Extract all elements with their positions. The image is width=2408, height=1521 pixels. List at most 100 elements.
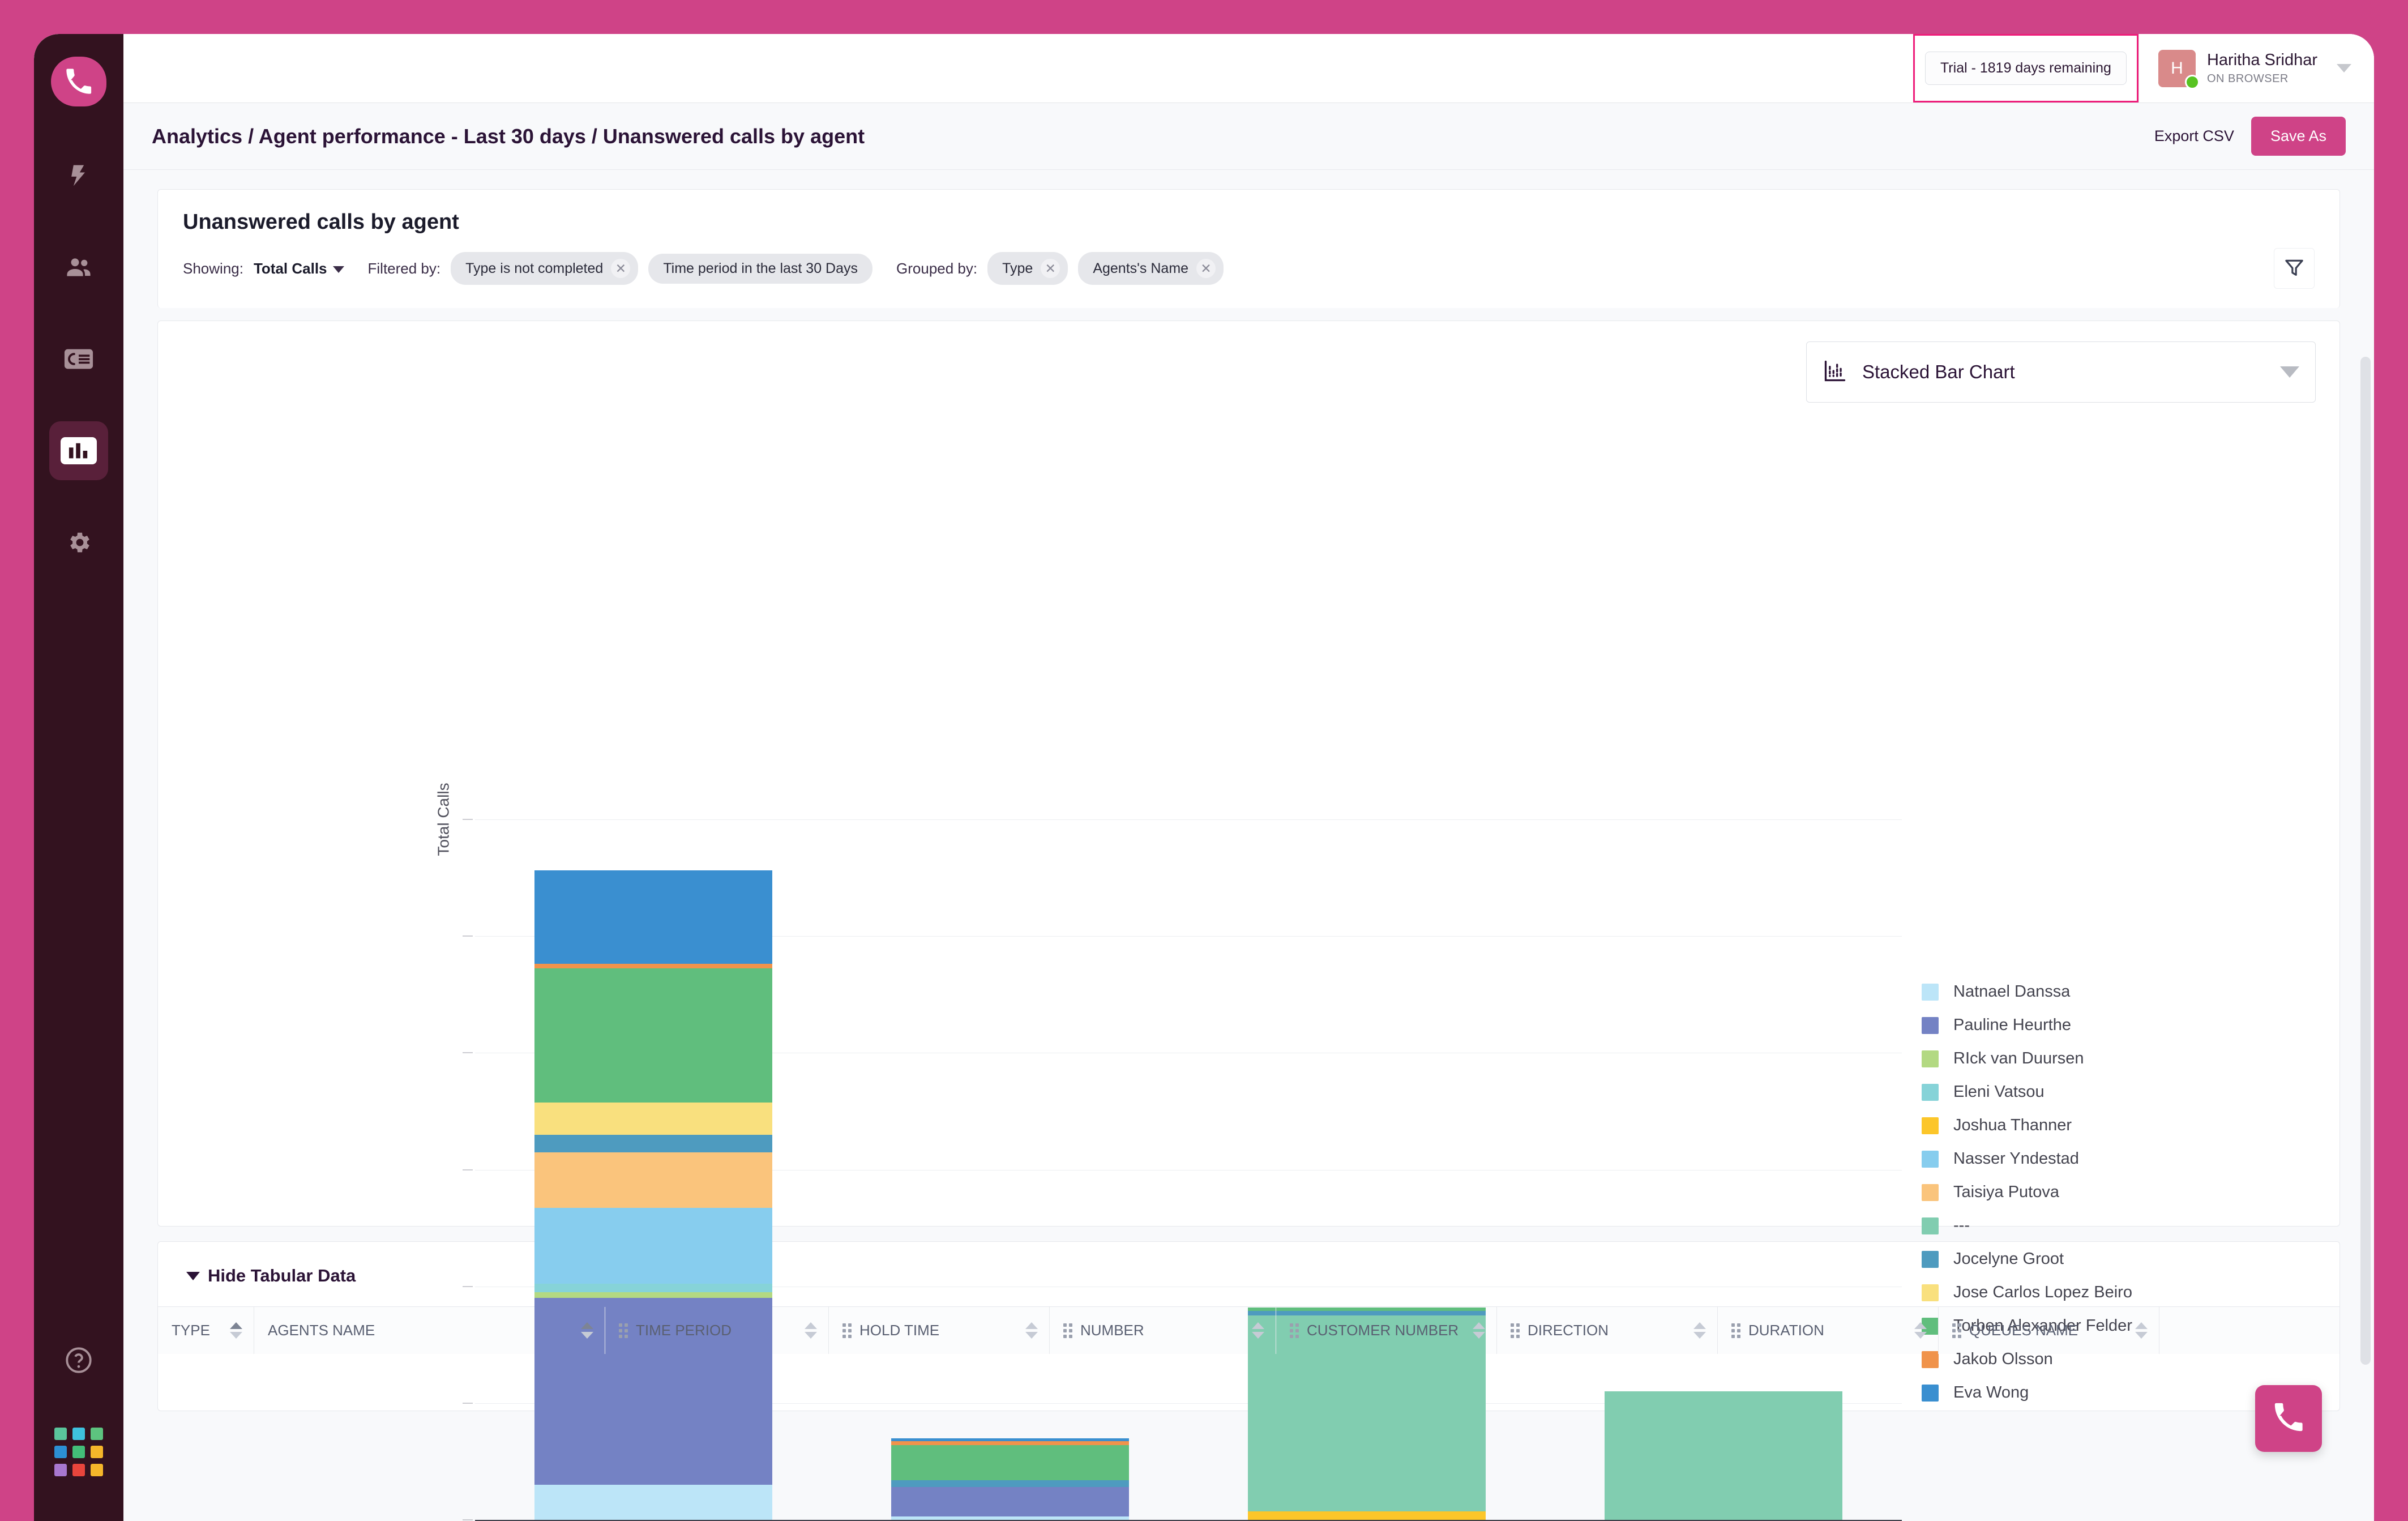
drag-handle-icon[interactable] [1511, 1323, 1520, 1338]
group-chip-label: Agents's Name [1093, 260, 1189, 276]
group-chip[interactable]: Type ✕ [987, 252, 1068, 285]
sort-toggle-icon[interactable] [581, 1322, 593, 1339]
table-column-header[interactable]: TIME PERIOD [605, 1307, 829, 1354]
table-column-header[interactable]: HOLD TIME [829, 1307, 1050, 1354]
bar-segment[interactable] [891, 1445, 1129, 1480]
chevron-down-icon [2280, 366, 2299, 378]
sidebar-item-activity[interactable] [49, 146, 108, 205]
sidebar-item-help[interactable] [49, 1331, 108, 1390]
user-menu[interactable]: H Haritha Sridhar ON BROWSER [2138, 34, 2374, 102]
table-column-header[interactable]: CUSTOMER NUMBER [1276, 1307, 1497, 1354]
legend-label: Jocelyne Groot [1953, 1250, 2064, 1268]
trial-badge[interactable]: Trial - 1819 days remaining [1924, 52, 2127, 85]
drag-handle-icon[interactable] [842, 1323, 852, 1338]
save-as-button[interactable]: Save As [2251, 117, 2346, 156]
legend-item[interactable]: Jose Carlos Lopez Beiro [1922, 1276, 2132, 1309]
grid-cell [72, 1446, 85, 1458]
bar-segment[interactable] [534, 968, 772, 1103]
bar-stack[interactable] [891, 1438, 1129, 1520]
bar-segment[interactable] [891, 1480, 1129, 1488]
chart-type-select[interactable]: Stacked Bar Chart [1806, 341, 2316, 403]
legend-item[interactable]: RIck van Duursen [1922, 1042, 2132, 1075]
table-column-header[interactable]: TYPE [158, 1307, 254, 1354]
bar-segment[interactable] [534, 963, 772, 968]
sort-toggle-icon[interactable] [1914, 1322, 1927, 1339]
close-icon[interactable]: ✕ [1196, 259, 1216, 278]
bar-segment[interactable] [534, 1283, 772, 1292]
sidebar-item-call-logs[interactable] [49, 330, 108, 388]
sidebar-item-analytics[interactable] [49, 421, 108, 480]
bar-segment[interactable] [534, 1485, 772, 1520]
sort-toggle-icon[interactable] [1473, 1322, 1485, 1339]
sort-toggle-icon[interactable] [805, 1322, 817, 1339]
sort-toggle-icon[interactable] [1252, 1322, 1264, 1339]
sort-toggle-icon[interactable] [230, 1322, 242, 1339]
page-title: Unanswered calls by agent [183, 210, 459, 234]
legend-item[interactable]: --- [1922, 1209, 2132, 1242]
legend-item[interactable]: Natnael Danssa [1922, 975, 2132, 1009]
bar-segment[interactable] [1605, 1391, 1842, 1520]
sidebar-item-settings[interactable] [49, 513, 108, 572]
legend-item[interactable]: Eleni Vatsou [1922, 1075, 2132, 1109]
floating-call-button[interactable] [2255, 1385, 2322, 1452]
table-column-header[interactable]: AGENTS NAME [254, 1307, 605, 1354]
legend-swatch [1922, 1217, 1939, 1234]
sort-toggle-icon[interactable] [2135, 1322, 2148, 1339]
sort-toggle-icon[interactable] [1693, 1322, 1706, 1339]
legend-label: Pauline Heurthe [1953, 1016, 2071, 1034]
bar-segment[interactable] [534, 870, 772, 964]
bar-segment[interactable] [891, 1487, 1129, 1516]
bar-segment[interactable] [891, 1516, 1129, 1520]
grid-apps-icon [54, 1428, 103, 1476]
table-column-header[interactable]: DURATION [1718, 1307, 1939, 1354]
y-axis-tick-mark [463, 935, 473, 937]
legend-item[interactable]: Jocelyne Groot [1922, 1242, 2132, 1276]
bar-segment[interactable] [534, 1292, 772, 1298]
filter-chip[interactable]: Type is not completed ✕ [451, 252, 639, 285]
bar-segment[interactable] [534, 1207, 772, 1284]
sort-toggle-icon[interactable] [1025, 1322, 1038, 1339]
user-info: Haritha Sridhar ON BROWSER [2207, 51, 2317, 85]
bar-stack[interactable] [534, 853, 772, 1520]
vertical-scrollbar[interactable] [2360, 357, 2371, 1365]
grid-cell [91, 1428, 103, 1440]
export-csv-button[interactable]: Export CSV [2154, 127, 2234, 145]
bar-segment[interactable] [534, 1102, 772, 1135]
filter-chip[interactable]: Time period in the last 30 Days [648, 253, 873, 284]
showing-value-dropdown[interactable]: Total Calls [254, 260, 344, 277]
legend-item[interactable]: Nasser Yndestad [1922, 1142, 2132, 1176]
legend-swatch [1922, 1384, 1939, 1402]
legend-item[interactable]: Pauline Heurthe [1922, 1009, 2132, 1042]
legend-item[interactable]: Joshua Thanner [1922, 1109, 2132, 1142]
drag-handle-icon[interactable] [1290, 1323, 1299, 1338]
table-column-label: CUSTOMER NUMBER [1307, 1322, 1459, 1339]
sidebar-item-contacts[interactable] [49, 238, 108, 297]
bar-segment[interactable] [891, 1441, 1129, 1446]
drag-handle-icon[interactable] [1731, 1323, 1740, 1338]
sidebar-item-phone-brand[interactable] [51, 57, 106, 106]
question-circle-icon [63, 1345, 94, 1375]
legend-item[interactable]: Eva Wong [1922, 1376, 2132, 1409]
bar-segment[interactable] [1248, 1511, 1486, 1520]
table-column-header[interactable]: QUEUES NAME [1939, 1307, 2159, 1354]
table-column-label: QUEUES NAME [1969, 1322, 2078, 1339]
funnel-icon [2283, 256, 2306, 281]
drag-handle-icon[interactable] [1063, 1323, 1072, 1338]
sidebar-item-apps[interactable] [49, 1422, 108, 1481]
grid-cell [72, 1428, 85, 1440]
grid-cell [54, 1446, 67, 1458]
bar-stack[interactable] [1605, 1391, 1842, 1520]
drag-handle-icon[interactable] [619, 1323, 628, 1338]
bar-segment[interactable] [534, 1152, 772, 1208]
table-column-label: DIRECTION [1528, 1322, 1609, 1339]
close-icon[interactable]: ✕ [611, 259, 631, 278]
bar-segment[interactable] [891, 1438, 1129, 1441]
legend-item[interactable]: Taisiya Putova [1922, 1176, 2132, 1209]
group-chip[interactable]: Agents's Name ✕ [1078, 252, 1224, 285]
bar-segment[interactable] [534, 1134, 772, 1152]
drag-handle-icon[interactable] [1952, 1323, 1961, 1338]
table-column-header[interactable]: NUMBER [1050, 1307, 1276, 1354]
close-icon[interactable]: ✕ [1041, 259, 1060, 278]
filter-button[interactable] [2274, 248, 2315, 289]
table-column-header[interactable]: DIRECTION [1497, 1307, 1718, 1354]
